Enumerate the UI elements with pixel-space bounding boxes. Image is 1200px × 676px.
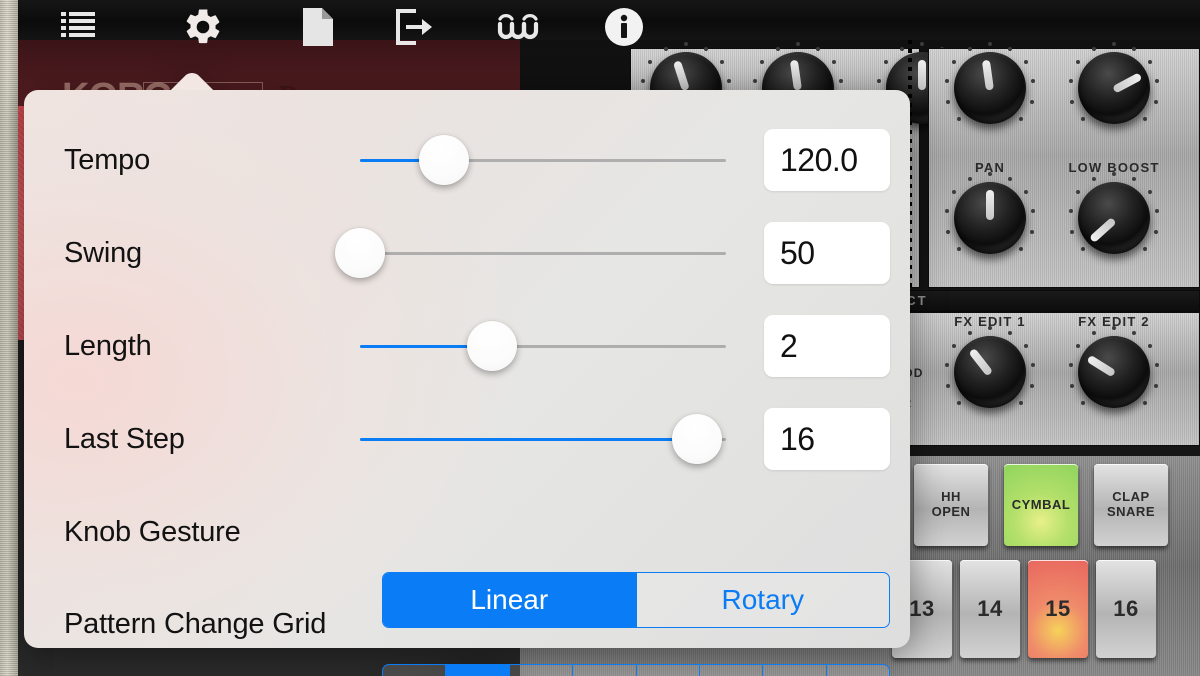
segment-grid-12[interactable]: 12 — [763, 665, 827, 676]
metal-rail-left — [0, 0, 18, 676]
wist-button[interactable] — [492, 6, 544, 48]
row-swing: Swing 50 — [24, 222, 910, 284]
slider-swing-track — [360, 251, 726, 255]
slider-swing-thumb[interactable] — [335, 228, 385, 278]
info-button[interactable] — [598, 6, 650, 48]
label-knob-gesture: Knob Gesture — [64, 515, 241, 548]
label-swing: Swing — [64, 236, 142, 269]
pad-cymbal-label: CYMBAL — [1011, 496, 1071, 512]
segment-grid-8[interactable]: 8 — [699, 665, 764, 676]
row-pattern-change-grid: Pattern Change Grid — [24, 596, 910, 652]
slider-tempo[interactable] — [360, 132, 726, 188]
knob-label-fx-edit-2: FX EDIT 2 — [1078, 314, 1150, 329]
file-button[interactable] — [292, 6, 344, 48]
slider-length[interactable] — [360, 318, 726, 374]
gear-icon — [186, 9, 220, 44]
value-swing[interactable]: 50 — [764, 222, 890, 284]
knob-fx-edit-1[interactable] — [954, 336, 1026, 408]
value-length[interactable]: 2 — [764, 315, 890, 377]
segment-grid-4[interactable]: 4 — [573, 665, 637, 676]
knob-level[interactable] — [1078, 52, 1150, 124]
segment-grid-2[interactable]: 2 — [446, 665, 510, 676]
popover-body: Tempo 120.0 Swing 50 Length 2 Last Step … — [24, 90, 910, 676]
knob-label-fx-edit-1: FX EDIT 1 — [954, 314, 1026, 329]
pad-cymbal[interactable]: CYMBAL — [1004, 464, 1078, 546]
pad-hh-open-label: HH OPEN — [931, 489, 971, 519]
knob-decay[interactable] — [954, 52, 1026, 124]
export-button[interactable] — [387, 6, 439, 48]
row-length: Length 2 — [24, 315, 910, 377]
value-last-step[interactable]: 16 — [764, 408, 890, 470]
settings-popover: Tempo 120.0 Swing 50 Length 2 Last Step … — [24, 70, 910, 676]
slider-length-thumb[interactable] — [466, 321, 517, 371]
export-icon — [396, 9, 432, 45]
pad-15[interactable]: 15 — [1028, 560, 1088, 658]
knob-fx-edit-2[interactable] — [1078, 336, 1150, 408]
knob-label-pan: PAN — [974, 160, 1006, 175]
segment-grid-off[interactable]: Off — [383, 665, 447, 676]
pad-clap-snare-label: CLAP SNARE — [1106, 489, 1155, 519]
slider-swing[interactable] — [335, 225, 726, 281]
wist-wireless-icon — [497, 14, 539, 40]
list-icon — [61, 12, 95, 37]
label-last-step: Last Step — [64, 422, 185, 455]
info-icon — [605, 8, 643, 46]
settings-button[interactable] — [177, 6, 229, 48]
row-knob-gesture: Knob Gesture — [24, 504, 910, 560]
label-length: Length — [64, 329, 152, 362]
slider-last-step-thumb[interactable] — [671, 414, 722, 464]
row-tempo: Tempo 120.0 — [24, 129, 910, 191]
slider-last-step-fill — [360, 437, 697, 441]
pattern-list-button[interactable] — [52, 6, 104, 48]
pad-16[interactable]: 16 — [1096, 560, 1156, 658]
app-root: KORG ELECTRIBE R MASTER VOL OSC AMP PITC… — [0, 0, 1200, 676]
knob-label-low-boost: LOW BOOST — [1068, 160, 1160, 175]
row-last-step: Last Step 16 — [24, 408, 910, 470]
label-tempo: Tempo — [64, 143, 151, 176]
segment-grid-6[interactable]: 6 — [636, 665, 700, 676]
value-tempo[interactable]: 120.0 — [764, 129, 890, 191]
segment-grid-16[interactable]: 16 — [826, 665, 889, 676]
label-pattern-change-grid: Pattern Change Grid — [64, 607, 327, 640]
slider-tempo-thumb[interactable] — [419, 135, 470, 185]
knob-low-boost[interactable] — [1078, 182, 1150, 254]
pad-hh-open[interactable]: HH OPEN — [914, 464, 988, 546]
segmented-pattern-change-grid[interactable]: Off234681216 — [382, 664, 890, 676]
pad-clap-snare[interactable]: CLAP SNARE — [1094, 464, 1168, 546]
knob-pan[interactable] — [954, 182, 1026, 254]
document-icon — [303, 8, 333, 46]
segment-grid-3[interactable]: 3 — [509, 665, 574, 676]
slider-last-step[interactable] — [360, 411, 726, 467]
pad-14[interactable]: 14 — [960, 560, 1020, 658]
